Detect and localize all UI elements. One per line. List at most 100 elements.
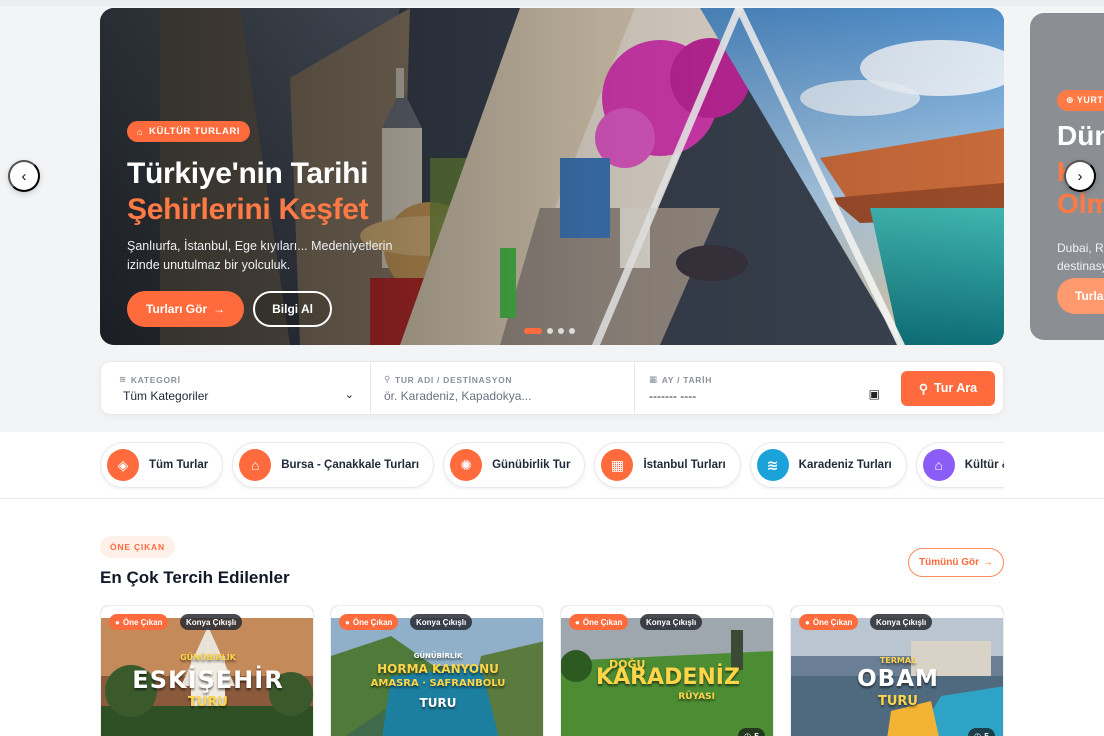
next-desc-line2: destinasy <box>1057 259 1104 273</box>
slider-dot-2[interactable] <box>547 328 553 334</box>
card-title: HORMA KANYONU <box>377 662 499 676</box>
tour-card-obam[interactable]: ● Öne Çıkan Konya Çıkışlı TERMAL OBAM TUR… <box>790 605 1004 736</box>
origin-tag: Konya Çıkışlı <box>410 614 473 630</box>
slider-dot-3[interactable] <box>558 328 564 334</box>
card-title-line2: KARADENİZ <box>596 665 740 690</box>
next-title-line1: Dün <box>1057 120 1104 151</box>
landmark-icon: ⌂ <box>137 126 144 137</box>
hero-description: Şanlıurfa, İstanbul, Ege kıyıları... Med… <box>127 239 393 272</box>
tour-card-dogu-karadeniz[interactable]: ● Öne Çıkan Konya Çıkışlı DOĞU KARADENİZ … <box>560 605 774 736</box>
tour-count: 5 <box>754 731 759 736</box>
next-badge-label: YURT <box>1076 95 1104 105</box>
tour-name-input[interactable]: ör. Karadeniz, Kapadokya... <box>384 389 634 403</box>
category-chip-all[interactable]: ◈ Tüm Turlar <box>100 442 224 488</box>
layers-icon: ≋ <box>119 374 127 384</box>
calendar-small-icon: ▦ <box>649 374 658 384</box>
chevron-down-icon: ⌄ <box>344 389 354 401</box>
card-title: OBAM <box>857 666 939 692</box>
slider-next-button[interactable]: › <box>1064 160 1096 192</box>
category-chip-label: Karadeniz Turları <box>798 459 892 471</box>
featured-tag: ● Öne Çıkan <box>339 614 399 630</box>
globe-icon: ⊕ <box>1066 95 1075 105</box>
search-tours-button[interactable]: ⚲ Tur Ara <box>901 370 995 406</box>
slider-dot-1[interactable] <box>524 328 542 334</box>
top-strip <box>0 0 1104 6</box>
tour-count-badge: ◷ 5 <box>737 728 765 736</box>
category-label: ≋ KATEGORİ <box>119 374 370 385</box>
card-subtitle: TERMAL <box>879 656 917 665</box>
origin-tag: Konya Çıkışlı <box>640 614 703 630</box>
clock-icon: ◷ <box>973 730 982 736</box>
calendar-icon[interactable]: ▣ <box>869 387 880 401</box>
tour-search-bar: ≋ KATEGORİ Tüm Kategoriler ⌄ ⚲ TUR ADI /… <box>100 361 1004 415</box>
next-slide-button: Turlar <box>1057 278 1104 314</box>
slider-dot-4[interactable] <box>569 328 575 334</box>
featured-tag: ● Öne Çıkan <box>799 614 859 630</box>
museum-icon: ⌂ <box>922 449 955 481</box>
category-chip-culture-history[interactable]: ⌂ Kültür & Tarih <box>915 442 1004 488</box>
slider-dots <box>524 328 575 334</box>
category-chip-label: Kültür & Tarih <box>964 459 1004 471</box>
see-all-button[interactable]: Tümünü Gör → <box>908 548 1004 577</box>
view-tours-label: Turları Gör <box>146 302 208 316</box>
tour-card-eskisehir[interactable]: ● Öne Çıkan Konya Çıkışlı GÜNÜBİRLİK ESKİ… <box>100 605 314 736</box>
tour-name-field[interactable]: ⚲ TUR ADI / DESTİNASYON ör. Karadeniz, K… <box>370 361 634 415</box>
featured-section: ÖNE ÇIKAN En Çok Tercih Edilenler Tümünü… <box>0 499 1104 736</box>
sun-icon: ✺ <box>450 449 483 481</box>
card-subtitle: GÜNÜBİRLİK <box>180 653 236 662</box>
date-label-text: AY / TARİH <box>661 374 713 385</box>
category-chips: ◈ Tüm Turlar ⌂ Bursa - Çanakkale Turları… <box>100 442 1004 490</box>
origin-tag: Konya Çıkışlı <box>180 614 243 630</box>
fire-icon: ● <box>575 617 580 627</box>
fire-icon: ● <box>115 617 120 627</box>
card-title: ESKİŞEHİR <box>132 666 284 694</box>
hero-title-line2: Şehirlerini Keşfet <box>127 193 369 226</box>
search-button-label: Tur Ara <box>934 381 978 395</box>
search-icon: ⚲ <box>918 381 929 396</box>
featured-title: En Çok Tercih Edilenler <box>100 568 290 587</box>
card-title-line2: TURU <box>188 695 228 710</box>
featured-tag-label: Öne Çıkan <box>352 617 393 627</box>
hero-title: Türkiye'nin Tarihi Şehirlerini Keşfet <box>127 156 547 228</box>
get-info-button[interactable]: Bilgi Al <box>253 291 333 327</box>
hero-title-line1: Türkiye'nin Tarihi <box>127 157 369 190</box>
card-title-line3: TURU <box>419 696 457 710</box>
category-select[interactable]: ≋ KATEGORİ Tüm Kategoriler ⌄ <box>101 361 370 415</box>
compass-icon: ◈ <box>107 449 139 481</box>
chevron-right-icon: › <box>1077 167 1083 185</box>
hero-content: ⌂ KÜLTÜR TURLARI Türkiye'nin Tarihi Şehi… <box>127 121 547 327</box>
date-field[interactable]: ▦ AY / TARİH ------- ---- ▣ <box>634 361 892 415</box>
tour-card-image <box>331 616 543 736</box>
featured-tag-label: Öne Çıkan <box>812 617 853 627</box>
category-chip-karadeniz[interactable]: ≋ Karadeniz Turları <box>749 442 907 488</box>
featured-badge: ÖNE ÇIKAN <box>100 536 175 558</box>
card-title-line2: AMASRA · SAFRANBOLU <box>370 678 506 689</box>
tour-count-badge: ◷ 5 <box>967 728 995 736</box>
hero-badge-label: KÜLTÜR TURLARI <box>149 126 241 137</box>
date-input[interactable]: ------- ---- <box>649 389 892 403</box>
category-chip-bursa-canakkale[interactable]: ⌂ Bursa - Çanakkale Turları <box>232 442 435 488</box>
tour-name-label-text: TUR ADI / DESTİNASYON <box>394 374 513 385</box>
date-label: ▦ AY / TARİH <box>649 374 892 385</box>
category-chip-istanbul[interactable]: ▦ İstanbul Turları <box>594 442 741 488</box>
category-chips-section: ◈ Tüm Turlar ⌂ Bursa - Çanakkale Turları… <box>0 432 1104 499</box>
tour-card-horma-amasra[interactable]: ● Öne Çıkan Konya Çıkışlı GÜNÜBİRLİK HORM… <box>330 605 544 736</box>
category-chip-label: Bursa - Çanakkale Turları <box>281 459 420 471</box>
clock-icon: ◷ <box>743 730 752 736</box>
city-icon: ▦ <box>601 449 634 481</box>
category-chip-label: Tüm Turlar <box>149 459 209 471</box>
category-chip-daily[interactable]: ✺ Günübirlik Tur <box>443 442 586 488</box>
tour-name-label: ⚲ TUR ADI / DESTİNASYON <box>384 374 634 385</box>
hero-slide: ⌂ KÜLTÜR TURLARI Türkiye'nin Tarihi Şehi… <box>100 8 1004 345</box>
hero-actions: Turları Gör → Bilgi Al <box>127 291 547 327</box>
category-chip-label: Günübirlik Tur <box>492 459 571 471</box>
origin-tag: Konya Çıkışlı <box>870 614 933 630</box>
category-chip-label: İstanbul Turları <box>643 459 726 471</box>
see-all-label: Tümünü Gör <box>919 557 979 568</box>
fire-icon: ● <box>345 617 350 627</box>
water-icon: ≋ <box>756 449 789 481</box>
next-desc-line1: Dubai, Ro <box>1057 241 1104 255</box>
slider-prev-button[interactable]: ‹ <box>8 160 40 192</box>
category-label-text: KATEGORİ <box>130 374 181 385</box>
view-tours-button[interactable]: Turları Gör → <box>127 291 245 327</box>
